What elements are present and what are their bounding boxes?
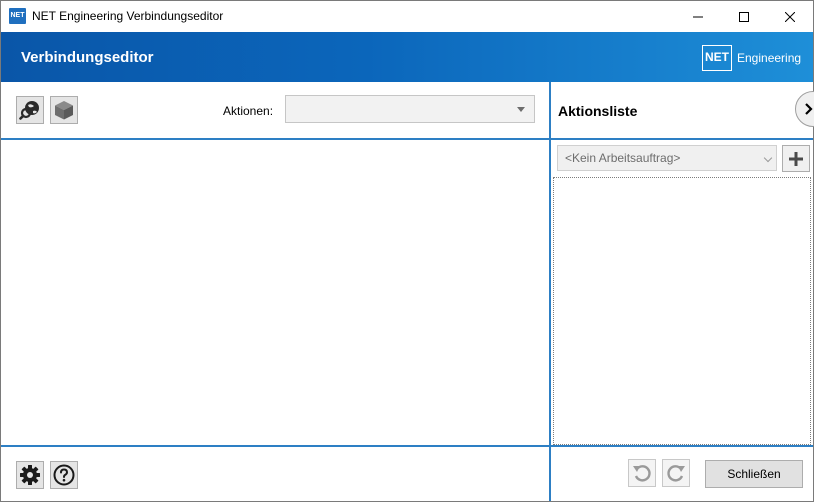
action-list-footer: Schließen — [551, 447, 813, 501]
work-order-dropdown[interactable]: <Kein Arbeitsauftrag> — [557, 145, 777, 171]
cube-button[interactable] — [50, 96, 78, 124]
settings-button[interactable] — [16, 461, 44, 489]
action-list[interactable] — [553, 177, 811, 445]
action-list-title: Aktionsliste — [558, 103, 638, 119]
chevron-down-icon — [763, 153, 773, 163]
divider — [551, 138, 813, 140]
toolbar: Aktionen: — [1, 82, 549, 138]
chevron-right-icon — [805, 103, 813, 115]
help-button[interactable] — [50, 461, 78, 489]
window-title: NET Engineering Verbindungseditor — [32, 9, 224, 23]
work-order-value: <Kein Arbeitsauftrag> — [565, 151, 681, 165]
undo-icon — [633, 465, 651, 482]
action-list-pane: Aktionsliste <Kein Arbeitsauftrag> Schli… — [551, 82, 814, 501]
connection-canvas[interactable] — [1, 140, 549, 445]
add-work-order-button[interactable] — [782, 145, 810, 172]
chevron-down-icon — [517, 107, 525, 112]
maximize-button[interactable] — [721, 1, 767, 32]
collapse-panel-button[interactable] — [795, 91, 814, 127]
app-header: Verbindungseditor NET Engineering — [1, 32, 813, 82]
globe-search-icon — [19, 101, 39, 120]
minimize-icon — [693, 16, 703, 17]
actions-dropdown[interactable] — [285, 95, 535, 123]
minimize-button[interactable] — [675, 1, 721, 32]
help-icon — [53, 464, 75, 486]
footer-bar — [1, 447, 549, 501]
gear-icon — [20, 465, 40, 485]
app-window: NET NET Engineering Verbindungseditor Ve… — [0, 0, 814, 502]
close-icon — [785, 11, 795, 22]
brand-logo: NET Engineering — [702, 45, 801, 71]
redo-button[interactable] — [662, 459, 690, 487]
close-window-button[interactable] — [767, 1, 813, 32]
cube-icon — [55, 101, 73, 120]
undo-button[interactable] — [628, 459, 656, 487]
title-bar: NET NET Engineering Verbindungseditor — [1, 1, 813, 32]
editor-pane: Aktionen: — [1, 82, 549, 501]
close-button[interactable]: Schließen — [705, 460, 803, 488]
maximize-icon — [739, 11, 749, 22]
actions-label: Aktionen: — [223, 104, 274, 118]
brand-box: NET — [702, 45, 732, 71]
brand-text: Engineering — [737, 51, 802, 65]
redo-icon — [667, 465, 685, 482]
globe-search-button[interactable] — [16, 96, 44, 124]
plus-icon — [789, 151, 803, 166]
page-title: Verbindungseditor — [21, 49, 154, 66]
app-icon: NET — [9, 8, 26, 24]
